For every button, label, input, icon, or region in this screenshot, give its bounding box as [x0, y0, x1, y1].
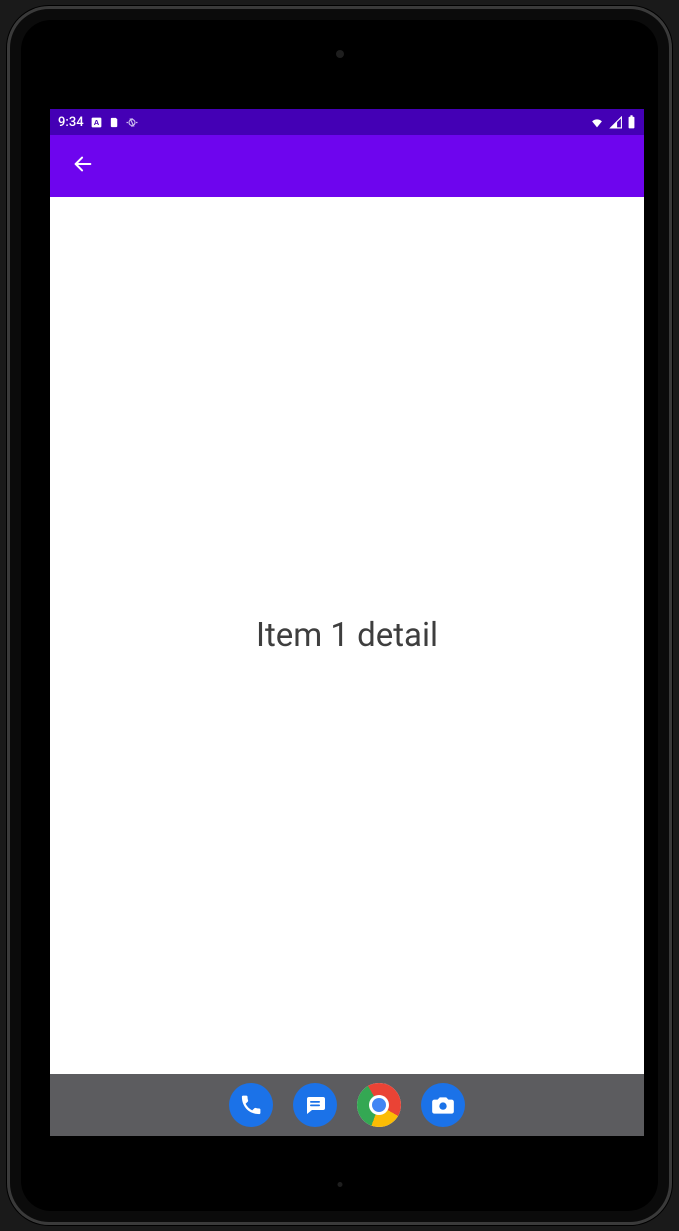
back-button[interactable] [64, 147, 102, 185]
status-time: 9:34 [58, 115, 84, 130]
content-area: Item 1 detail [50, 197, 644, 1074]
sd-card-icon [109, 116, 120, 129]
cell-signal-icon [609, 116, 623, 129]
android-badge-icon: A [90, 116, 103, 129]
detail-text: Item 1 detail [256, 616, 438, 655]
status-bar-right [589, 115, 636, 129]
device-home-indicator [337, 1182, 342, 1187]
app-bar [50, 135, 644, 197]
back-arrow-icon [72, 153, 94, 179]
chrome-center-icon [372, 1098, 386, 1112]
screen: 9:34 A [50, 109, 644, 1136]
status-bar-left: 9:34 A [58, 115, 138, 130]
svg-text:A: A [93, 118, 99, 127]
status-bar: 9:34 A [50, 109, 644, 135]
dock-bar [50, 1074, 644, 1136]
messages-app-icon[interactable] [293, 1083, 337, 1127]
camera-app-icon[interactable] [421, 1083, 465, 1127]
battery-icon [627, 115, 636, 129]
device-frame: 9:34 A [7, 6, 672, 1225]
device-camera [336, 50, 344, 58]
phone-app-icon[interactable] [229, 1083, 273, 1127]
chrome-app-icon[interactable] [357, 1083, 401, 1127]
sync-icon [126, 116, 138, 129]
wifi-icon [589, 116, 605, 129]
